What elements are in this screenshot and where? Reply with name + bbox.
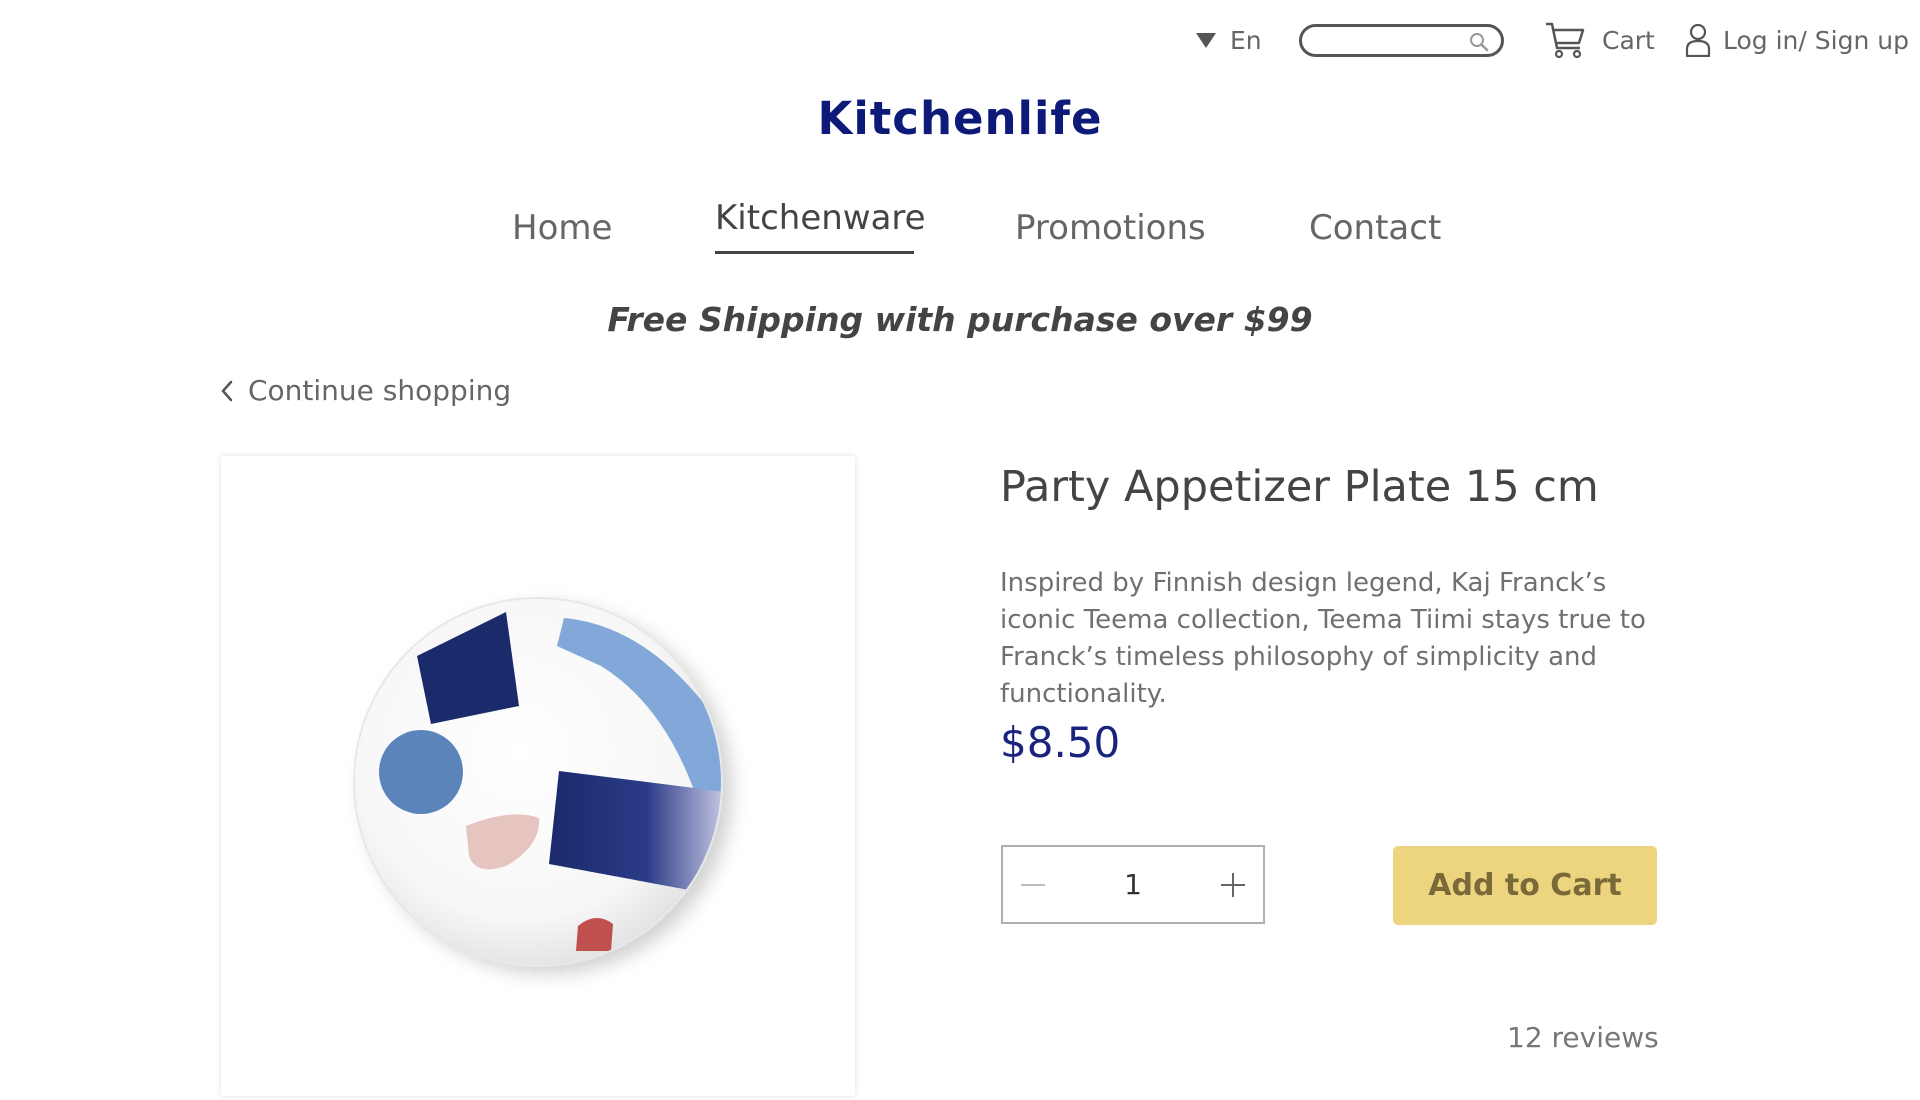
- product-price: $8.50: [1000, 718, 1121, 767]
- nav-contact[interactable]: Contact: [1309, 208, 1441, 248]
- cart-label: Cart: [1602, 25, 1655, 55]
- decrease-quantity-button[interactable]: [1003, 847, 1063, 922]
- nav-home[interactable]: Home: [512, 208, 612, 248]
- search-input[interactable]: [1318, 28, 1472, 54]
- search-box[interactable]: [1299, 24, 1504, 57]
- plus-icon: [1221, 872, 1245, 897]
- login-link[interactable]: Log in/ Sign up: [1685, 23, 1909, 57]
- caret-down-icon: [1196, 33, 1216, 48]
- product-title: Party Appetizer Plate 15 cm: [1000, 462, 1599, 512]
- add-to-cart-button[interactable]: Add to Cart: [1393, 846, 1657, 925]
- nav-kitchenware[interactable]: Kitchenware: [715, 198, 926, 238]
- product-image-card: [221, 456, 855, 1096]
- user-icon: [1685, 23, 1711, 57]
- nav-promotions[interactable]: Promotions: [1015, 208, 1206, 248]
- increase-quantity-button[interactable]: [1203, 847, 1263, 922]
- continue-shopping-link[interactable]: Continue shopping: [220, 374, 511, 407]
- chevron-left-icon: [221, 380, 233, 401]
- login-label: Log in/ Sign up: [1723, 25, 1909, 55]
- brand-logo[interactable]: Kitchenlife: [0, 92, 1920, 145]
- language-label: En: [1230, 26, 1262, 55]
- reviews-link[interactable]: 12 reviews: [1507, 1021, 1659, 1054]
- nav-active-underline: [715, 251, 914, 254]
- minus-icon: [1021, 883, 1045, 886]
- product-description: Inspired by Finnish design legend, Kaj F…: [1000, 568, 1646, 709]
- language-selector[interactable]: En: [1196, 26, 1262, 55]
- quantity-stepper: [1001, 845, 1265, 924]
- shipping-banner: Free Shipping with purchase over $99: [607, 300, 1313, 339]
- continue-shopping-label: Continue shopping: [248, 374, 512, 407]
- search-icon[interactable]: [1469, 32, 1489, 52]
- cart-link[interactable]: Cart: [1544, 21, 1655, 59]
- quantity-input[interactable]: [1081, 867, 1185, 902]
- product-image[interactable]: [221, 456, 855, 1096]
- cart-icon: [1546, 22, 1585, 59]
